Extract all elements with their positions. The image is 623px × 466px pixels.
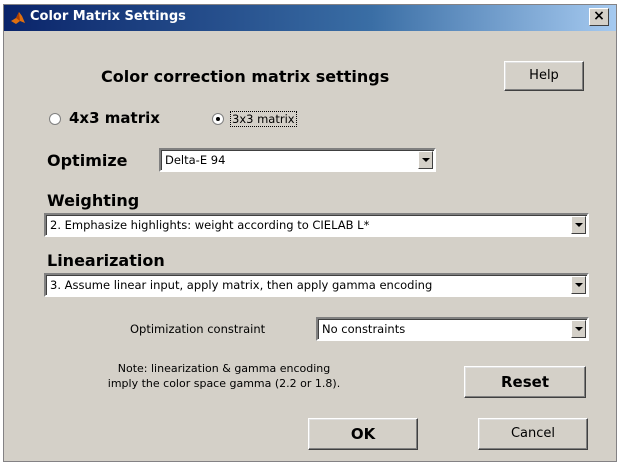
chevron-down-icon[interactable] (571, 320, 586, 338)
chevron-down-icon[interactable] (571, 276, 586, 294)
dialog-heading: Color correction matrix settings (101, 67, 390, 86)
close-button[interactable]: × (589, 8, 609, 26)
dialog-window: Color Matrix Settings × Color correction… (3, 4, 617, 462)
note-line-1: Note: linearization & gamma encoding (117, 362, 331, 375)
cancel-button[interactable]: Cancel (478, 418, 588, 450)
radio-4x3-label[interactable]: 4x3 matrix (69, 109, 160, 127)
constraint-value: No constraints (322, 322, 406, 336)
optimize-select[interactable]: Delta-E 94 (159, 148, 436, 172)
linearization-value: 3. Assume linear input, apply matrix, th… (50, 278, 433, 292)
linearization-label: Linearization (47, 251, 165, 270)
chevron-down-icon[interactable] (571, 216, 586, 234)
linearization-select[interactable]: 3. Assume linear input, apply matrix, th… (44, 273, 589, 297)
reset-button[interactable]: Reset (464, 366, 586, 398)
weighting-label: Weighting (47, 191, 140, 210)
note-line-2: imply the color space gamma (2.2 or 1.8)… (107, 377, 341, 390)
window-title: Color Matrix Settings (30, 9, 186, 24)
constraint-label: Optimization constraint (130, 322, 266, 336)
radio-3x3-label[interactable]: 3x3 matrix (230, 111, 297, 127)
constraint-select[interactable]: No constraints (316, 317, 589, 341)
ok-button[interactable]: OK (308, 418, 418, 450)
matlab-icon (11, 12, 25, 24)
optimize-label: Optimize (47, 151, 128, 170)
help-button[interactable]: Help (504, 61, 584, 91)
weighting-select[interactable]: 2. Emphasize highlights: weight accordin… (44, 213, 589, 237)
chevron-down-icon[interactable] (418, 151, 433, 169)
radio-4x3[interactable] (49, 113, 61, 125)
weighting-value: 2. Emphasize highlights: weight accordin… (50, 218, 370, 232)
title-bar[interactable]: Color Matrix Settings × (4, 5, 616, 31)
optimize-value: Delta-E 94 (165, 153, 226, 167)
note-text: Note: linearization & gamma encoding imp… (74, 361, 374, 391)
radio-3x3[interactable] (212, 113, 224, 125)
